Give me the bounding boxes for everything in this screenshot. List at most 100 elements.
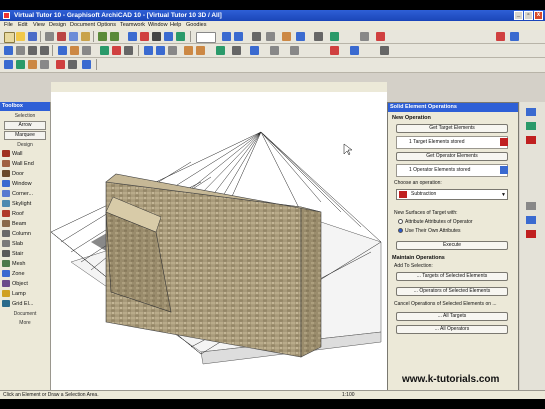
menu-help[interactable]: Help: [170, 22, 181, 28]
stretch-icon[interactable]: [70, 46, 79, 55]
tool-lamp[interactable]: Lamp: [2, 289, 48, 299]
align-icon[interactable]: [232, 46, 241, 55]
drag-icon[interactable]: [16, 46, 25, 55]
tool-window[interactable]: Window: [2, 179, 48, 189]
section-more[interactable]: More: [2, 319, 48, 327]
section-icon[interactable]: [16, 60, 25, 69]
radio-selected-icon[interactable]: [398, 228, 403, 234]
tool-grid-element[interactable]: Grid El...: [2, 299, 48, 309]
elevation-icon[interactable]: [28, 60, 37, 69]
rotate-icon[interactable]: [28, 46, 37, 55]
3d-viewport[interactable]: [51, 92, 387, 390]
arrow-tool[interactable]: Arrow: [4, 121, 46, 130]
tool-object[interactable]: Object: [2, 279, 48, 289]
panel-title[interactable]: Solid Element Operations: [388, 103, 518, 112]
detail-icon[interactable]: [40, 60, 49, 69]
radio-icon[interactable]: [398, 219, 403, 225]
3d-view-icon[interactable]: [296, 32, 305, 41]
trace-icon[interactable]: [216, 46, 225, 55]
targets-of-selected-button[interactable]: ... Targets of Selected Elements: [396, 272, 508, 281]
tool-skylight[interactable]: Skylight: [2, 199, 48, 209]
measure-icon[interactable]: [314, 32, 323, 41]
zoom-dropdown-icon[interactable]: [196, 32, 216, 43]
radio-attribute-operator[interactable]: Attribute Attributes of Operator: [398, 219, 473, 226]
fit-window-icon[interactable]: [266, 32, 275, 41]
marquee-tool[interactable]: Marquee: [4, 131, 46, 140]
toolbox-title[interactable]: Toolbox: [0, 102, 50, 111]
grid-icon[interactable]: [128, 32, 137, 41]
tool-slab[interactable]: Slab: [2, 239, 48, 249]
tool-mesh[interactable]: Mesh: [2, 259, 48, 269]
menu-window[interactable]: Window: [148, 22, 168, 28]
info-box-icon[interactable]: [526, 122, 536, 130]
pen-icon[interactable]: [152, 32, 161, 41]
select-icon[interactable]: [4, 46, 13, 55]
zoom-in-icon[interactable]: [222, 32, 231, 41]
close-button[interactable]: x: [534, 11, 543, 20]
magic-wand-icon[interactable]: [270, 46, 279, 55]
open-folder-icon[interactable]: [16, 32, 25, 41]
radio-own-attributes[interactable]: Use Their Own Attributes: [398, 228, 461, 235]
copy-icon[interactable]: [69, 32, 78, 41]
save-icon[interactable]: [28, 32, 37, 41]
explode-icon[interactable]: [380, 46, 389, 55]
floor-plan-icon[interactable]: [4, 60, 13, 69]
resize-icon[interactable]: [82, 46, 91, 55]
quick-options-icon[interactable]: [526, 230, 536, 238]
menu-view[interactable]: View: [33, 22, 45, 28]
chevron-down-icon[interactable]: ▼: [501, 191, 506, 200]
menu-design[interactable]: Design: [49, 22, 66, 28]
tool-door[interactable]: Door: [2, 169, 48, 179]
maximize-button[interactable]: ▫: [524, 11, 533, 20]
tool-wall-end[interactable]: Wall End: [2, 159, 48, 169]
get-targets-button[interactable]: Get Target Elements: [396, 124, 508, 133]
camera-icon[interactable]: [330, 32, 339, 41]
menu-file[interactable]: File: [4, 22, 13, 28]
3d-document-icon[interactable]: [82, 60, 91, 69]
redo-icon[interactable]: [110, 32, 119, 41]
pan-icon[interactable]: [252, 32, 261, 41]
ungroup-icon[interactable]: [156, 46, 165, 55]
minimize-button[interactable]: _: [514, 11, 523, 20]
interior-elevation-icon[interactable]: [68, 60, 77, 69]
new-file-icon[interactable]: [4, 32, 15, 43]
tool-column[interactable]: Column: [2, 229, 48, 239]
help-icon[interactable]: [496, 32, 505, 41]
lock-icon[interactable]: [168, 46, 177, 55]
tool-corner-window[interactable]: Corner...: [2, 189, 48, 199]
all-targets-button[interactable]: ... All Targets: [396, 312, 508, 321]
scale-readout[interactable]: 1:100: [342, 391, 355, 399]
render-icon[interactable]: [376, 32, 385, 41]
fillet-icon[interactable]: [290, 46, 299, 55]
orbit-icon[interactable]: [282, 32, 291, 41]
tool-wall[interactable]: Wall: [2, 149, 48, 159]
tool-beam[interactable]: Beam: [2, 219, 48, 229]
print-icon[interactable]: [45, 32, 54, 41]
trim-to-roof-icon[interactable]: [350, 46, 359, 55]
split-icon[interactable]: [100, 46, 109, 55]
group-icon[interactable]: [144, 46, 153, 55]
settings-icon[interactable]: [360, 32, 369, 41]
tool-roof[interactable]: Roof: [2, 209, 48, 219]
section-document[interactable]: Document: [2, 310, 48, 318]
all-operators-button[interactable]: ... All Operators: [396, 325, 508, 334]
tool-stair[interactable]: Stair: [2, 249, 48, 259]
control-box-icon[interactable]: [526, 216, 536, 224]
operators-of-selected-button[interactable]: ... Operators of Selected Elements: [396, 287, 508, 296]
zoom-out-icon[interactable]: [234, 32, 243, 41]
adjust-icon[interactable]: [112, 46, 121, 55]
distribute-icon[interactable]: [250, 46, 259, 55]
snap-icon[interactable]: [140, 32, 149, 41]
get-operators-button[interactable]: Get Operator Elements: [396, 152, 508, 161]
execute-button[interactable]: Execute: [396, 241, 508, 250]
bring-forward-icon[interactable]: [184, 46, 193, 55]
undo-icon[interactable]: [98, 32, 107, 41]
coordinates-icon[interactable]: [526, 202, 536, 210]
info-icon[interactable]: [510, 32, 519, 41]
operation-select[interactable]: Subtraction ▼: [396, 189, 508, 200]
menu-document[interactable]: Document: [70, 22, 95, 28]
elevate-icon[interactable]: [58, 46, 67, 55]
tool-zone[interactable]: Zone: [2, 269, 48, 279]
solid-ops-icon[interactable]: [330, 46, 339, 55]
worksheet-icon[interactable]: [56, 60, 65, 69]
